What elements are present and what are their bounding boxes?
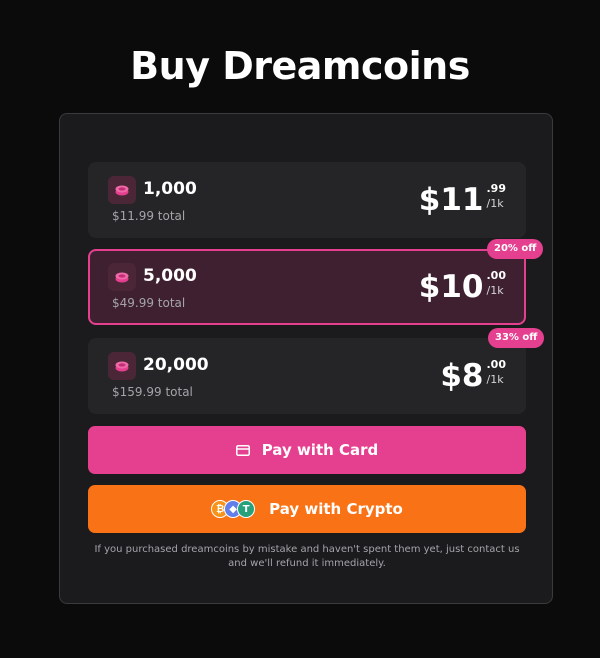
pay-with-card-label: Pay with Card <box>261 441 379 459</box>
price-main: $8 <box>440 358 484 394</box>
dreamcoin-icon <box>108 176 136 204</box>
package-total: $159.99 total <box>112 385 193 399</box>
price-cents: .00 <box>486 269 507 282</box>
package-option-20000[interactable]: 20,000 $159.99 total $8 .00 /1k <box>88 338 526 414</box>
package-amount: 1,000 <box>143 179 197 199</box>
pay-with-card-button[interactable]: Pay with Card <box>88 426 526 474</box>
purchase-panel: 1,000 $11.99 total $11 .99 /1k 5,000 $49… <box>59 113 553 604</box>
package-price: $11 .99 /1k <box>419 180 506 220</box>
page-title: Buy Dreamcoins <box>130 44 470 88</box>
price-unit: /1k <box>486 373 504 386</box>
price-unit: /1k <box>486 284 504 297</box>
price-main: $10 <box>418 269 484 305</box>
package-option-1000[interactable]: 1,000 $11.99 total $11 .99 /1k <box>88 162 526 238</box>
refund-note: If you purchased dreamcoins by mistake a… <box>94 544 520 569</box>
pay-with-crypto-label: Pay with Crypto <box>269 500 403 518</box>
package-price: $8 .00 /1k <box>440 356 506 396</box>
package-total: $11.99 total <box>112 209 186 223</box>
discount-badge-20: 20% off <box>487 239 544 259</box>
pay-with-crypto-button[interactable]: ₿ ◆ T Pay with Crypto <box>88 485 526 533</box>
dreamcoin-icon <box>108 263 136 291</box>
price-unit: /1k <box>486 197 504 210</box>
price-cents: .00 <box>486 358 507 371</box>
package-price: $10 .00 /1k <box>419 267 506 307</box>
dreamcoin-icon <box>108 352 136 380</box>
price-cents: .99 <box>486 182 507 195</box>
package-amount: 20,000 <box>143 355 209 375</box>
package-option-5000[interactable]: 5,000 $49.99 total $10 .00 /1k <box>88 249 526 325</box>
discount-badge-33: 33% off <box>488 328 545 348</box>
package-amount: 5,000 <box>143 266 197 286</box>
package-total: $49.99 total <box>112 296 186 310</box>
price-main: $11 <box>418 182 484 218</box>
tether-icon: T <box>237 500 256 518</box>
credit-card-icon <box>235 444 250 456</box>
